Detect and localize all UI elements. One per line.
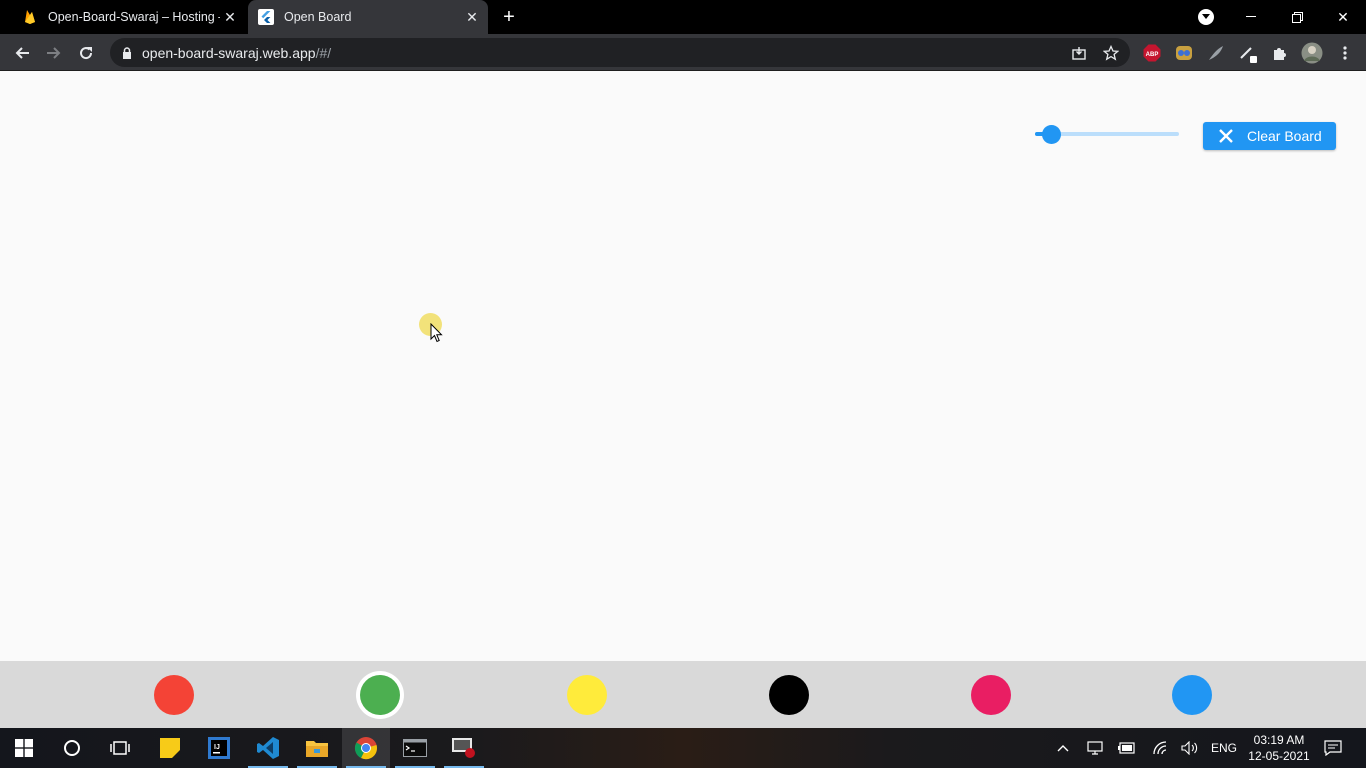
color-swatch-black[interactable] [769,675,809,715]
slider-thumb[interactable] [1042,125,1061,144]
clock-time: 03:19 AM [1253,733,1305,747]
color-swatch-yellow[interactable] [567,675,607,715]
color-palette [0,661,1366,728]
minimize-icon[interactable] [1228,0,1274,34]
clear-board-label: Clear Board [1247,128,1322,144]
lock-icon[interactable] [122,46,132,64]
stroke-width-slider[interactable] [1035,124,1179,146]
clear-board-button[interactable]: Clear Board [1203,122,1336,150]
forward-icon[interactable] [41,40,67,66]
drawing-canvas[interactable]: Clear Board [0,71,1366,661]
close-window-icon[interactable]: ✕ [1320,0,1366,34]
adblock-icon[interactable]: ABP [1142,43,1162,63]
firebase-icon [22,9,38,25]
tab-search-icon[interactable] [1198,9,1214,25]
show-hidden-icons-icon[interactable] [1052,728,1074,768]
display-icon[interactable] [1084,728,1106,768]
battery-icon[interactable] [1116,728,1138,768]
url-text: open-board-swaraj.web.app/#/ [142,45,331,61]
wifi-icon[interactable] [1149,728,1171,768]
cortana-icon[interactable] [48,728,96,768]
mouse-cursor-icon [430,323,443,343]
kebab-menu-icon[interactable] [1335,43,1355,63]
adblock-label: ABP [1146,52,1159,58]
close-icon [1219,129,1233,143]
tab-open-board[interactable]: Open Board ✕ [248,0,488,34]
file-explorer-icon[interactable] [293,728,341,768]
svg-text:IJ: IJ [214,744,220,751]
chrome-icon[interactable] [342,728,390,768]
browser-toolbar: open-board-swaraj.web.app/#/ ABP [0,34,1366,71]
tab-hosting[interactable]: Open-Board-Swaraj – Hosting – F ✕ [12,0,246,34]
start-icon[interactable] [0,728,48,768]
notifications-icon[interactable] [1320,728,1346,768]
color-swatch-red[interactable] [154,675,194,715]
system-clock[interactable]: 03:19 AM 12-05-2021 [1248,732,1310,764]
back-icon[interactable] [9,40,35,66]
tampermonkey-icon[interactable] [1174,43,1194,63]
windows-taskbar: IJ ENG 03:19 AM 12-05-2021 [0,728,1366,768]
address-bar[interactable]: open-board-swaraj.web.app/#/ [110,38,1130,67]
pen-icon[interactable] [1238,43,1258,63]
bookmark-star-icon[interactable] [1102,44,1120,62]
task-view-icon[interactable] [96,728,144,768]
new-tab-icon[interactable]: + [498,6,520,28]
volume-icon[interactable] [1179,728,1201,768]
tab-title: Open-Board-Swaraj – Hosting – F [48,10,220,24]
puzzle-icon[interactable] [1270,43,1290,63]
tab-title: Open Board [284,10,352,24]
avatar[interactable] [1300,41,1324,65]
input-language[interactable]: ENG [1208,728,1240,768]
color-swatch-pink[interactable] [971,675,1011,715]
close-tab-icon[interactable]: ✕ [220,7,240,27]
install-app-icon[interactable] [1070,44,1088,62]
sticky-notes-icon[interactable] [146,728,194,768]
quill-icon[interactable] [1206,43,1226,63]
vscode-icon[interactable] [244,728,292,768]
url-host: open-board-swaraj.web.app [142,45,316,61]
restore-icon[interactable] [1274,0,1320,34]
color-swatch-green[interactable] [360,675,400,715]
terminal-icon[interactable] [391,728,439,768]
clock-date: 12-05-2021 [1248,749,1310,763]
intellij-icon[interactable]: IJ [195,728,243,768]
url-path: /#/ [315,45,332,61]
color-swatch-blue[interactable] [1172,675,1212,715]
close-tab-icon[interactable]: ✕ [462,7,482,27]
screen-recorder-icon[interactable] [440,728,488,768]
browser-tab-strip: Open-Board-Swaraj – Hosting – F ✕ Open B… [0,0,1366,34]
reload-icon[interactable] [73,40,99,66]
flutter-icon [258,9,274,25]
